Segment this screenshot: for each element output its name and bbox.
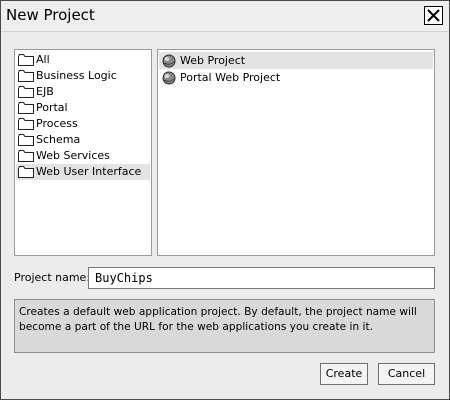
project-description: Creates a default web application projec… xyxy=(14,299,435,353)
project-name-input[interactable] xyxy=(88,267,435,289)
category-label: Web Services xyxy=(36,149,110,162)
category-label: Schema xyxy=(36,133,81,146)
folder-icon xyxy=(18,86,34,98)
category-item-portal[interactable]: Portal xyxy=(16,100,150,116)
globe-icon xyxy=(162,71,176,85)
globe-icon xyxy=(162,54,176,68)
close-button[interactable] xyxy=(424,6,443,25)
category-list: All Business Logic EJB Portal Process Sc… xyxy=(15,50,151,180)
folder-icon xyxy=(18,150,34,162)
category-label: Web User Interface xyxy=(36,165,142,178)
create-button[interactable]: Create xyxy=(320,363,368,385)
category-label: EJB xyxy=(36,85,54,98)
template-list-panel: Web Project Portal Web Project xyxy=(157,49,435,256)
category-item-web-services[interactable]: Web Services xyxy=(16,148,150,164)
folder-icon xyxy=(18,70,34,82)
category-item-process[interactable]: Process xyxy=(16,116,150,132)
folder-icon xyxy=(18,166,34,178)
category-label: Business Logic xyxy=(36,69,117,82)
title-bar: New Project xyxy=(1,1,449,32)
category-item-all[interactable]: All xyxy=(16,52,150,68)
close-x-icon xyxy=(427,9,440,22)
project-name-label: Project name: xyxy=(14,271,91,284)
category-label: Portal xyxy=(36,101,68,114)
template-list: Web Project Portal Web Project xyxy=(158,50,434,86)
dialog-title: New Project xyxy=(6,6,95,24)
cancel-button[interactable]: Cancel xyxy=(378,363,435,385)
folder-icon xyxy=(18,54,34,66)
folder-icon xyxy=(18,102,34,114)
template-item-web-project[interactable]: Web Project xyxy=(159,52,433,69)
category-item-ejb[interactable]: EJB xyxy=(16,84,150,100)
template-label: Portal Web Project xyxy=(180,71,281,84)
category-item-web-user-interface[interactable]: Web User Interface xyxy=(16,164,150,180)
folder-icon xyxy=(18,118,34,130)
category-list-panel: All Business Logic EJB Portal Process Sc… xyxy=(14,49,152,256)
template-label: Web Project xyxy=(180,54,246,67)
category-item-business-logic[interactable]: Business Logic xyxy=(16,68,150,84)
folder-icon xyxy=(18,134,34,146)
category-label: All xyxy=(36,53,50,66)
category-item-schema[interactable]: Schema xyxy=(16,132,150,148)
template-item-portal-web-project[interactable]: Portal Web Project xyxy=(159,69,433,86)
category-label: Process xyxy=(36,117,78,130)
